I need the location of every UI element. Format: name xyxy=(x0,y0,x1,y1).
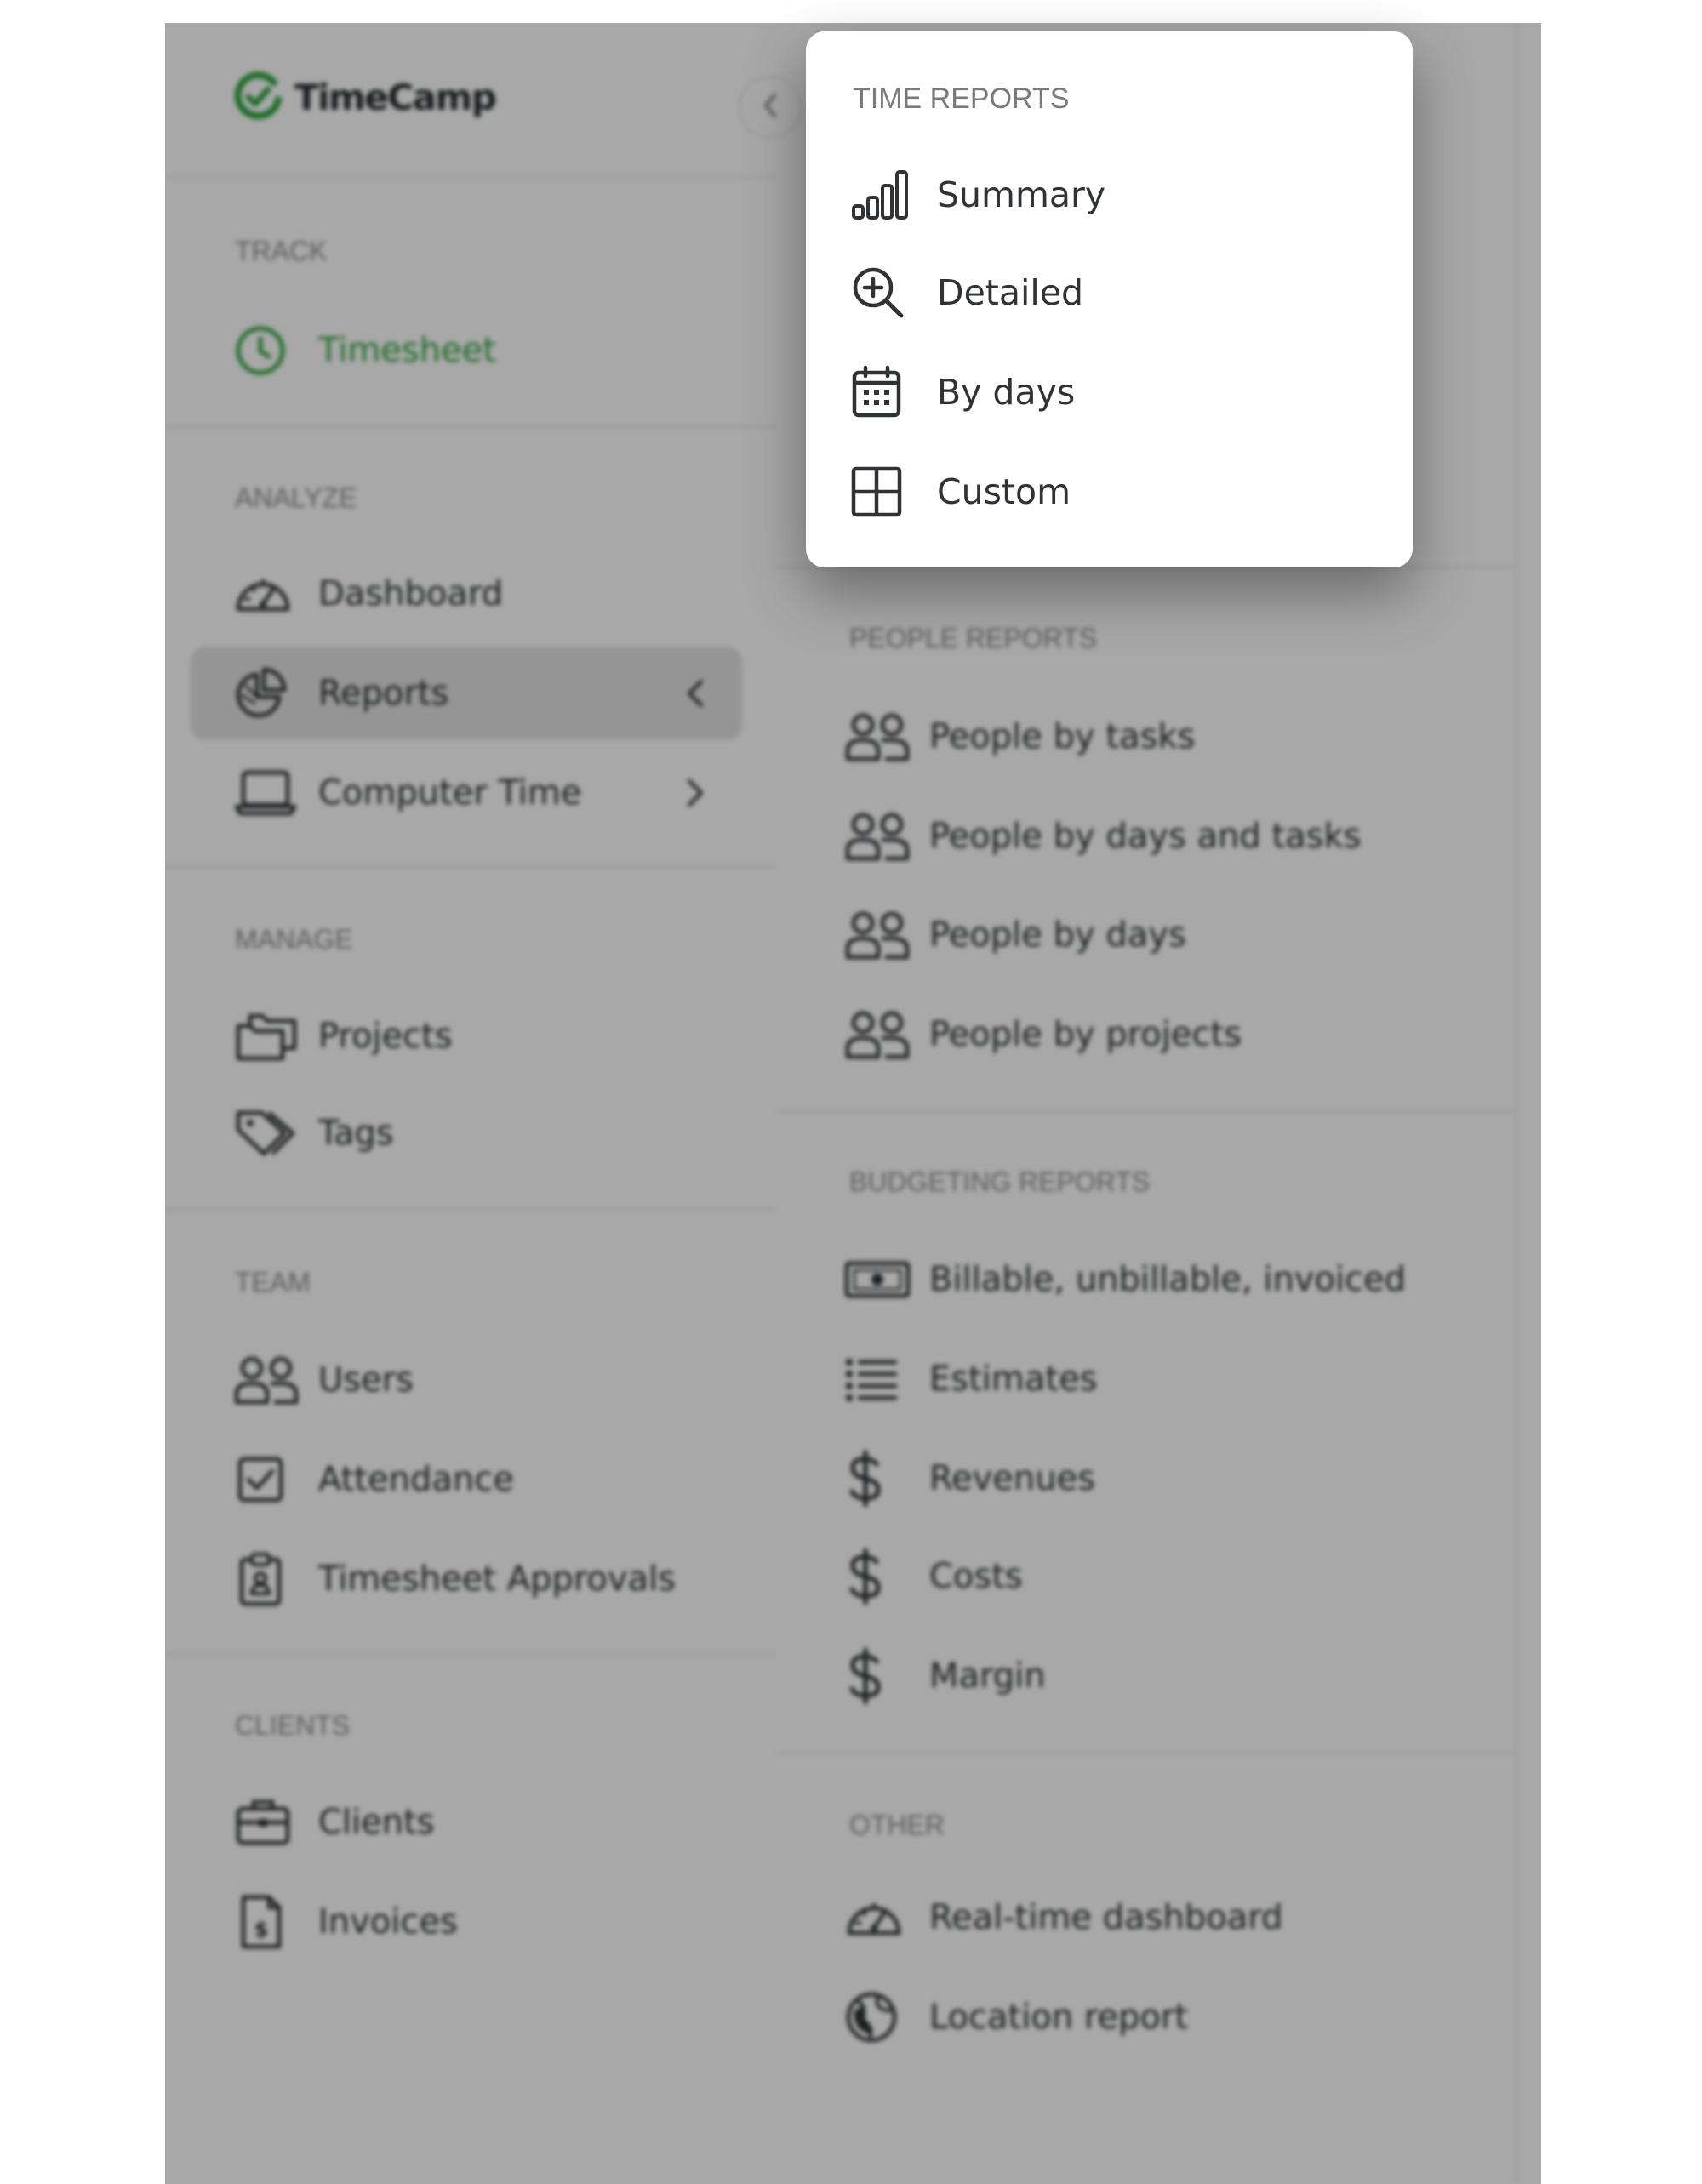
time-reports-popup: TIME REPORTS Summary Detailed By days Cu… xyxy=(806,31,1413,567)
report-label: Summary xyxy=(937,174,1106,215)
report-label: Detailed xyxy=(937,272,1084,313)
zoom-in-icon xyxy=(850,263,917,322)
popup-section-label: TIME REPORTS xyxy=(853,83,1070,115)
report-summary[interactable]: Summary xyxy=(850,152,1378,237)
grid-icon xyxy=(850,462,917,522)
signal-bars-icon xyxy=(850,165,917,225)
report-label: By days xyxy=(937,372,1076,413)
report-by-days[interactable]: By days xyxy=(850,350,1378,435)
calendar-icon xyxy=(850,362,917,422)
report-detailed[interactable]: Detailed xyxy=(850,250,1378,335)
report-custom[interactable]: Custom xyxy=(850,449,1378,534)
report-label: Custom xyxy=(937,471,1071,512)
